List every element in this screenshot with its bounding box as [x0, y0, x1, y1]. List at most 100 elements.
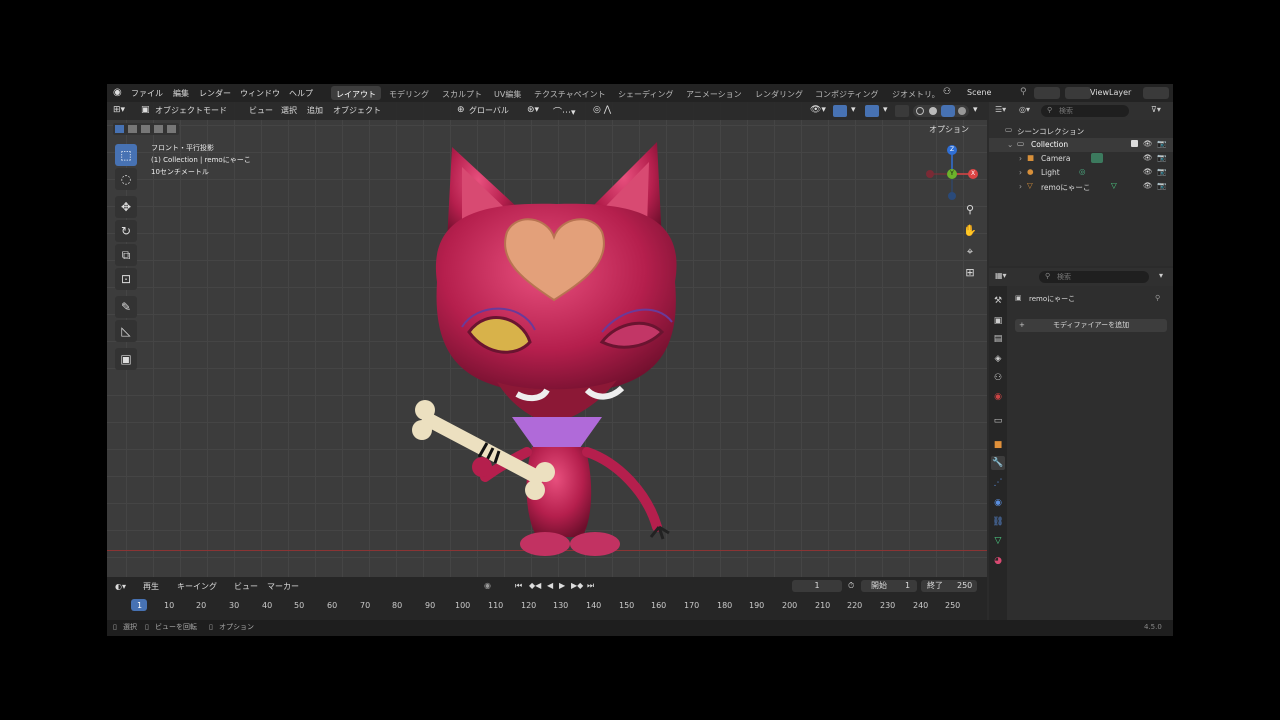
new-scene-button[interactable]: [1034, 87, 1060, 99]
menu-view[interactable]: ビュー: [249, 105, 273, 116]
blender-logo-icon[interactable]: ◉: [113, 87, 122, 98]
expand-icon[interactable]: ›: [1019, 168, 1022, 177]
expand-icon[interactable]: ›: [1019, 154, 1022, 163]
gizmo-z-axis[interactable]: Z: [947, 145, 957, 155]
properties-options-icon[interactable]: ▾: [1159, 272, 1163, 280]
properties-search-input[interactable]: ⚲ 検索: [1039, 271, 1149, 283]
pin-icon[interactable]: ⚲: [1020, 87, 1027, 97]
zoom-icon[interactable]: ⚲: [962, 202, 978, 218]
object-tab-icon[interactable]: ■: [991, 438, 1005, 452]
menu-playback[interactable]: 再生: [143, 583, 159, 591]
play-reverse-icon[interactable]: ◀: [547, 582, 553, 590]
properties-editor-icon[interactable]: ▦▾: [995, 272, 1007, 280]
render-camera-icon[interactable]: 📷: [1157, 167, 1166, 176]
select-new-icon[interactable]: [115, 125, 124, 133]
visibility-icon[interactable]: 👁▾: [810, 105, 826, 115]
tool-tab-icon[interactable]: ⚒: [991, 294, 1005, 308]
physics-tab-icon[interactable]: ◉: [991, 496, 1005, 510]
pivot-icon[interactable]: ⊛▾: [527, 105, 539, 115]
menu-edit[interactable]: 編集: [173, 88, 189, 99]
world-tab-icon[interactable]: ◉: [991, 390, 1005, 404]
current-frame-field[interactable]: 1: [792, 580, 842, 592]
auto-key-icon[interactable]: ◉: [484, 582, 491, 590]
outliner-row-light[interactable]: › ● Light ◎ 👁 📷: [989, 166, 1173, 180]
modifier-tab-icon[interactable]: 🔧: [991, 456, 1005, 470]
collection-tab-icon[interactable]: ▭: [991, 414, 1005, 428]
scale-tool-icon[interactable]: ⧉: [115, 244, 137, 266]
scene-name[interactable]: Scene: [967, 88, 991, 97]
tab-compositing[interactable]: コンポジティング: [810, 86, 884, 100]
menu-keying[interactable]: キーイング: [177, 583, 217, 591]
menu-object[interactable]: オブジェクト: [333, 105, 381, 116]
rotate-tool-icon[interactable]: ↻: [115, 220, 137, 242]
menu-file[interactable]: ファイル: [131, 88, 163, 99]
options-dropdown[interactable]: オプション: [929, 126, 969, 134]
tab-shading[interactable]: シェーディング: [613, 86, 678, 100]
proportional-edit-icon[interactable]: ◎ ⋀: [593, 105, 611, 115]
measure-tool-icon[interactable]: ◺: [115, 320, 137, 342]
filter-icon[interactable]: ⊽▾: [1151, 106, 1161, 114]
expand-icon[interactable]: ›: [1019, 182, 1022, 191]
material-shading-icon[interactable]: [941, 105, 955, 117]
grid-view-icon[interactable]: ⊞: [962, 265, 978, 281]
display-mode-icon[interactable]: ◎▾: [1019, 106, 1030, 114]
character-model[interactable]: [407, 132, 707, 557]
gizmo-x-axis[interactable]: X: [968, 169, 978, 179]
render-tab-icon[interactable]: ▣: [991, 314, 1005, 328]
render-camera-icon[interactable]: 📷: [1157, 181, 1166, 190]
wireframe-shading-icon[interactable]: [916, 107, 924, 115]
3d-viewport[interactable]: ⊞▾ ▣ オブジェクトモード ビュー 選択 追加 オブジェクト ⊕ グローバル …: [107, 102, 987, 577]
tab-modeling[interactable]: モデリング: [384, 86, 434, 100]
start-frame-field[interactable]: 開始 1: [861, 580, 917, 592]
shading-dropdown-icon[interactable]: ▾: [973, 105, 978, 115]
constraints-tab-icon[interactable]: ⛓: [991, 515, 1005, 529]
prev-keyframe-icon[interactable]: ◆◀: [529, 582, 541, 590]
play-icon[interactable]: ▶: [559, 582, 565, 590]
particles-tab-icon[interactable]: ⋰: [991, 476, 1005, 490]
jump-start-icon[interactable]: ⏮: [515, 582, 522, 590]
select-invert-icon[interactable]: [154, 125, 163, 133]
mode-dropdown[interactable]: オブジェクトモード: [155, 105, 227, 116]
eye-icon[interactable]: 👁: [1143, 153, 1153, 162]
gizmo-dropdown-icon[interactable]: ▾: [851, 105, 856, 115]
menu-window[interactable]: ウィンドウ: [240, 88, 280, 99]
solid-shading-icon[interactable]: [929, 107, 937, 115]
menu-render[interactable]: レンダー: [199, 88, 231, 99]
gizmo-toggle-icon[interactable]: [833, 105, 847, 117]
eye-icon[interactable]: 👁: [1143, 181, 1153, 190]
view-layer-icon[interactable]: [1065, 87, 1091, 99]
editor-type-icon[interactable]: ⊞▾: [113, 105, 125, 115]
render-camera-icon[interactable]: 📷: [1157, 153, 1166, 162]
select-box-tool-icon[interactable]: ⬚: [115, 144, 137, 166]
tab-texture-paint[interactable]: テクスチャペイント: [529, 86, 611, 100]
pin-icon[interactable]: ⚲: [1155, 295, 1160, 302]
expand-icon[interactable]: ⌄: [1007, 140, 1013, 149]
cursor-tool-icon[interactable]: ◌: [115, 168, 137, 190]
xray-toggle-icon[interactable]: [895, 105, 909, 117]
menu-timeline-view[interactable]: ビュー: [234, 583, 258, 591]
view-layer-name[interactable]: ViewLayer: [1090, 88, 1131, 97]
rendered-shading-icon[interactable]: [958, 107, 966, 115]
jump-end-icon[interactable]: ⏭: [587, 582, 594, 590]
menu-marker[interactable]: マーカー: [267, 583, 299, 591]
output-tab-icon[interactable]: ▤: [991, 332, 1005, 346]
select-subtract-icon[interactable]: [141, 125, 150, 133]
next-keyframe-icon[interactable]: ▶◆: [571, 582, 583, 590]
menu-add[interactable]: 追加: [307, 105, 323, 116]
add-cube-tool-icon[interactable]: ▣: [115, 348, 137, 370]
tab-geometry[interactable]: ジオメトリ。: [887, 86, 939, 100]
scene-tab-icon[interactable]: ⚇: [991, 371, 1005, 385]
overlay-toggle-icon[interactable]: [865, 105, 879, 117]
outliner-editor-icon[interactable]: ☰▾: [995, 106, 1006, 114]
select-extend-icon[interactable]: [128, 125, 137, 133]
transform-orientation-dropdown[interactable]: グローバル: [469, 105, 509, 116]
exclude-checkbox[interactable]: [1131, 140, 1138, 147]
overlay-dropdown-icon[interactable]: ▾: [883, 105, 888, 115]
view-layer-tab-icon[interactable]: ◈: [991, 352, 1005, 366]
pan-hand-icon[interactable]: ✋: [962, 223, 978, 239]
menu-select[interactable]: 選択: [281, 105, 297, 116]
stopwatch-icon[interactable]: ⏱: [848, 582, 854, 590]
add-modifier-button[interactable]: + モディファイアーを追加: [1015, 319, 1167, 332]
menu-help[interactable]: ヘルプ: [289, 88, 313, 99]
eye-icon[interactable]: 👁: [1143, 139, 1153, 148]
